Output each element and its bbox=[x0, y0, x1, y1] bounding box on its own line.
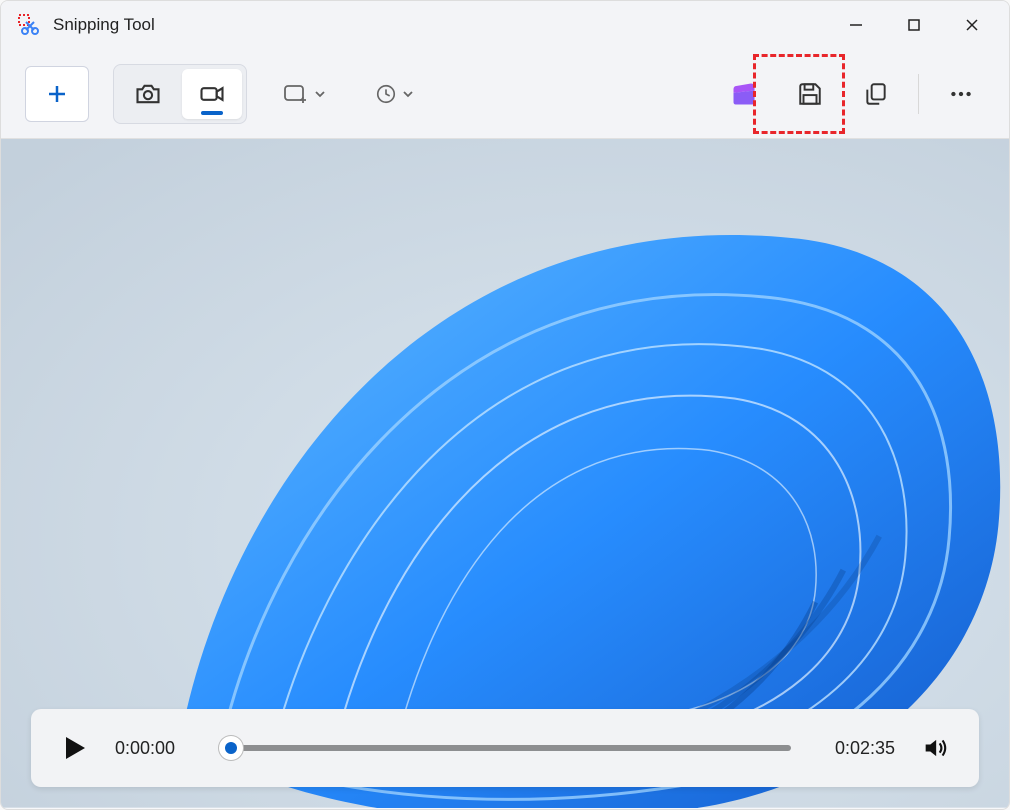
app-title: Snipping Tool bbox=[53, 15, 155, 35]
video-mode-button[interactable] bbox=[182, 69, 242, 119]
maximize-button[interactable] bbox=[885, 1, 943, 49]
chevron-down-icon bbox=[313, 87, 327, 101]
snip-shape-dropdown[interactable] bbox=[271, 69, 339, 119]
screenshot-mode-button[interactable] bbox=[118, 69, 178, 119]
clipchamp-icon bbox=[730, 80, 758, 108]
window-controls bbox=[827, 1, 1001, 49]
seek-track bbox=[219, 745, 791, 751]
titlebar: Snipping Tool bbox=[1, 1, 1009, 49]
rectangle-plus-icon bbox=[283, 83, 309, 105]
copy-button[interactable] bbox=[852, 70, 900, 118]
divider bbox=[918, 74, 919, 114]
volume-button[interactable] bbox=[919, 732, 951, 764]
clock-icon bbox=[375, 83, 397, 105]
toolbar bbox=[1, 49, 1009, 139]
clipchamp-button[interactable] bbox=[720, 70, 768, 118]
preview-area: 0:00:00 0:02:35 bbox=[1, 139, 1009, 809]
save-button[interactable] bbox=[786, 70, 834, 118]
seek-thumb[interactable] bbox=[219, 736, 243, 760]
play-icon bbox=[63, 735, 87, 761]
new-snip-button[interactable] bbox=[25, 66, 89, 122]
play-button[interactable] bbox=[59, 732, 91, 764]
right-tools bbox=[720, 70, 985, 118]
speaker-icon bbox=[921, 734, 949, 762]
total-time: 0:02:35 bbox=[815, 738, 895, 759]
mode-toggle-group bbox=[113, 64, 247, 124]
active-indicator bbox=[201, 111, 223, 115]
save-icon bbox=[797, 81, 823, 107]
plus-icon bbox=[45, 82, 69, 106]
copy-icon bbox=[863, 81, 889, 107]
delay-dropdown[interactable] bbox=[363, 69, 427, 119]
close-button[interactable] bbox=[943, 1, 1001, 49]
chevron-down-icon bbox=[401, 87, 415, 101]
camera-icon bbox=[134, 80, 162, 108]
video-player-bar: 0:00:00 0:02:35 bbox=[31, 709, 979, 787]
snipping-tool-window: Snipping Tool bbox=[0, 0, 1010, 810]
minimize-button[interactable] bbox=[827, 1, 885, 49]
app-icon bbox=[17, 13, 41, 37]
seek-slider[interactable] bbox=[219, 736, 791, 760]
video-camera-icon bbox=[198, 80, 226, 108]
video-preview bbox=[1, 139, 1009, 808]
ellipsis-icon bbox=[948, 81, 974, 107]
more-button[interactable] bbox=[937, 70, 985, 118]
current-time: 0:00:00 bbox=[115, 738, 195, 759]
